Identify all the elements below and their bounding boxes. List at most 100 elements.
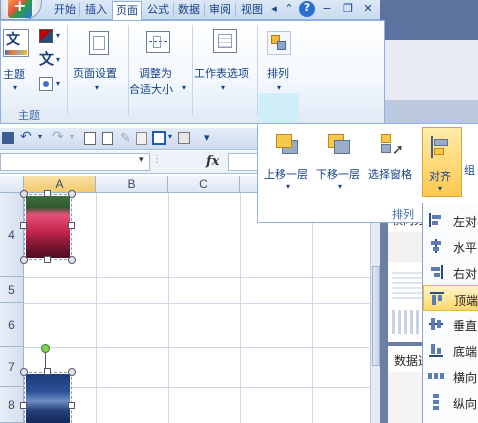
menu-item-distribute-vertically[interactable]: 纵向 <box>423 389 478 415</box>
align-left-icon <box>428 212 444 228</box>
page-setup-button[interactable]: 页面设置 <box>73 65 117 81</box>
align-right-icon <box>428 264 444 280</box>
arrange-group-label: 排列 <box>392 208 414 221</box>
fx-icon[interactable]: fx <box>206 154 219 169</box>
tabs-scroll-left-icon[interactable]: ◂ <box>266 2 282 17</box>
formula-bar-splitter[interactable]: ⋮ <box>152 154 162 170</box>
menu-item-align-left[interactable]: 左对 <box>423 207 478 233</box>
menu-item-distribute-horizontally[interactable]: 横向 <box>423 363 478 389</box>
arrange-selected-highlight <box>259 93 299 123</box>
row-header-6[interactable]: 6 <box>0 303 24 347</box>
customize-qat-icon[interactable]: ▾ <box>204 131 210 144</box>
menu-item-align-center[interactable]: 水平 <box>423 233 478 259</box>
tab-insert[interactable]: 插入 <box>82 1 110 20</box>
tab-page-layout[interactable]: 页面 <box>112 1 142 20</box>
row-header-7[interactable]: 7 <box>0 347 24 387</box>
resize-handle[interactable] <box>44 190 51 197</box>
sheet-options-button[interactable]: 工作表选项 <box>194 65 249 81</box>
themes-button-label[interactable]: 主题 <box>3 66 25 82</box>
shape-outline-icon[interactable] <box>152 131 166 145</box>
menu-item-align-right[interactable]: 右对 <box>423 259 478 285</box>
formula-bar: ▾ ⋮ fx <box>0 151 258 174</box>
new-document-icon[interactable] <box>102 132 113 145</box>
distribute-vertical-icon <box>428 394 444 410</box>
column-header-b[interactable]: B <box>96 176 168 193</box>
menu-item-align-top[interactable]: 顶端 <box>423 285 478 311</box>
resize-handle[interactable] <box>68 256 76 264</box>
selection-pane-button[interactable]: 选择窗格 <box>368 166 412 182</box>
resize-handle[interactable] <box>44 368 51 375</box>
picture-flower-selection <box>24 194 72 260</box>
format-painter-icon[interactable]: ✎ <box>120 131 131 146</box>
window-restore-icon[interactable]: ❐ <box>340 2 356 17</box>
row-header-4[interactable]: 4 <box>0 193 24 277</box>
selection-pane-icon[interactable]: ➚ <box>378 132 404 160</box>
scrollbar-thumb[interactable] <box>372 266 380 366</box>
group-objects-icon[interactable]: 组 <box>464 162 478 177</box>
resize-handle[interactable] <box>68 368 76 376</box>
scale-to-fit-icon[interactable] <box>146 31 170 53</box>
window-close-icon[interactable]: ✕ <box>360 2 376 17</box>
name-box[interactable] <box>0 153 150 171</box>
menu-item-align-middle[interactable]: 垂直 <box>423 311 478 337</box>
picture-waterfall-selection <box>24 372 72 423</box>
page-setup-icon[interactable] <box>89 31 109 55</box>
camera-icon[interactable] <box>178 132 190 144</box>
redo-icon[interactable]: ↷ <box>52 129 64 145</box>
bring-forward-icon[interactable] <box>274 132 300 158</box>
rotate-handle[interactable] <box>41 344 50 353</box>
tab-view[interactable]: 视图 <box>237 1 267 20</box>
menu-item-align-bottom[interactable]: 底端 <box>423 337 478 363</box>
resize-handle[interactable] <box>68 402 75 409</box>
themes-group-label: 主题 <box>18 109 40 122</box>
tab-data[interactable]: 数据 <box>175 1 203 20</box>
resize-handle[interactable] <box>20 402 27 409</box>
align-middle-icon <box>428 316 444 332</box>
arrange-button[interactable]: 排列 <box>267 65 289 81</box>
column-header-a[interactable]: A <box>24 176 96 193</box>
send-backward-button[interactable]: 下移一层 <box>316 166 360 182</box>
tab-formulas[interactable]: 公式 <box>144 1 172 20</box>
print-preview-icon[interactable] <box>84 132 96 145</box>
distribute-horizontal-icon <box>428 368 444 384</box>
align-center-icon <box>428 238 444 254</box>
theme-fonts-icon[interactable]: 文 <box>39 51 54 67</box>
themes-icon[interactable]: 文 <box>3 29 29 57</box>
align-menu: 左对 水平 右对 顶端 垂直 底端 横向 纵向 <box>422 203 478 423</box>
formula-input[interactable] <box>228 153 258 171</box>
theme-colors-icon[interactable] <box>39 29 53 43</box>
undo-icon[interactable]: ↶ <box>20 129 32 145</box>
row-header-5[interactable]: 5 <box>0 277 24 303</box>
tab-review[interactable]: 审阅 <box>206 1 234 20</box>
ribbon-tab-bar: 开始 插入 页面 公式 数据 审阅 视图 ◂ ⌃ ? − ❐ ✕ <box>0 0 380 20</box>
office-logo-icon: + <box>8 0 32 18</box>
window-minimize-icon[interactable]: − <box>319 2 335 17</box>
align-icon <box>431 136 453 160</box>
help-icon[interactable]: ? <box>299 1 315 17</box>
resize-handle[interactable] <box>68 222 75 229</box>
resize-handle[interactable] <box>44 256 51 263</box>
ribbon-minimize-icon[interactable]: ⌃ <box>281 2 297 17</box>
theme-effects-icon[interactable] <box>39 77 53 91</box>
save-icon[interactable] <box>2 132 14 144</box>
ribbon-page-layout: 文 ▾ 文 ▾ ▾ 主题 ▾ 主题 页面设置 ▾ 调整为 合适大小 ▾ 工作表选… <box>0 20 385 124</box>
align-top-icon <box>429 291 445 307</box>
sheet-options-icon[interactable] <box>213 29 237 53</box>
arrange-icon[interactable] <box>267 31 291 55</box>
scale-label-line2[interactable]: 合适大小 <box>129 81 173 97</box>
name-box-dropdown-icon[interactable]: ▾ <box>139 155 144 165</box>
align-label: 对齐 <box>429 170 451 183</box>
resize-handle[interactable] <box>20 222 27 229</box>
quick-access-toolbar: ↶ ▾ ↷ ▾ ✎ ▾ ▾ <box>0 128 258 150</box>
paste-icon[interactable] <box>136 132 147 145</box>
resize-handle[interactable] <box>20 256 28 264</box>
send-backward-icon[interactable] <box>326 132 352 158</box>
resize-handle[interactable] <box>20 368 28 376</box>
resize-handle[interactable] <box>68 190 76 198</box>
align-button[interactable]: 对齐 ▾ <box>422 127 462 197</box>
column-header-c[interactable]: C <box>168 176 240 193</box>
scale-label-line1[interactable]: 调整为 <box>139 65 172 81</box>
bring-forward-button[interactable]: 上移一层 <box>264 166 308 182</box>
resize-handle[interactable] <box>20 190 28 198</box>
tab-home[interactable]: 开始 <box>52 1 78 20</box>
